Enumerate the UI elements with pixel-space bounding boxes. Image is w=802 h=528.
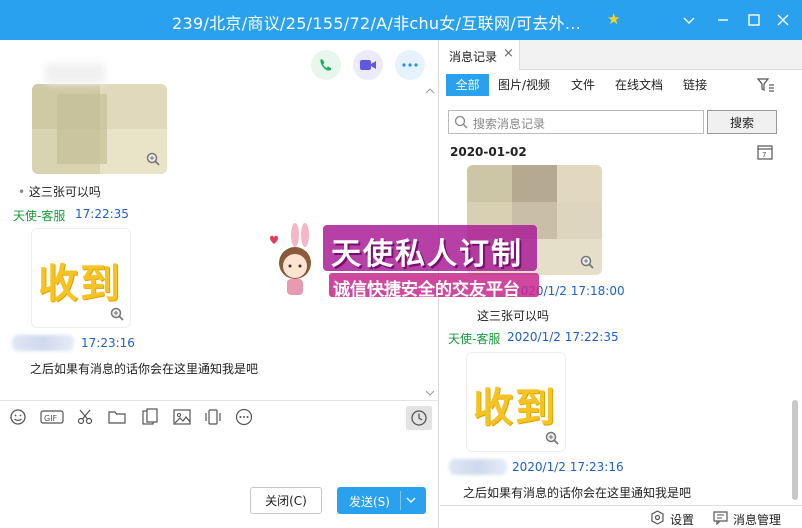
maximize-button[interactable] bbox=[743, 9, 765, 31]
settings-icon[interactable] bbox=[650, 510, 665, 528]
filter-tab-all[interactable]: 全部 bbox=[446, 74, 489, 96]
history-clock-button[interactable] bbox=[406, 406, 432, 430]
history-time: 2020/1/2 17:23:16 bbox=[512, 460, 624, 474]
search-button[interactable]: 搜索 bbox=[707, 110, 777, 134]
clock-icon bbox=[411, 410, 427, 426]
video-icon bbox=[360, 60, 376, 70]
title-bar: 239/北京/商议/25/155/72/A/非chu女/互联网/可去外... ★ bbox=[0, 0, 802, 40]
message-text: • 这三张可以吗 bbox=[18, 185, 101, 199]
svg-text:GIF: GIF bbox=[44, 414, 58, 423]
message-manage-icon[interactable] bbox=[713, 510, 728, 528]
more-button[interactable] bbox=[395, 50, 425, 80]
star-icon[interactable]: ★ bbox=[607, 10, 620, 28]
history-date: 2020-01-02 bbox=[450, 145, 527, 159]
history-text: 这三张可以吗 bbox=[477, 309, 550, 323]
window-title: 239/北京/商议/25/155/72/A/非chu女/互联网/可去外... bbox=[172, 14, 581, 33]
search-icon bbox=[454, 115, 468, 132]
scroll-down-icon[interactable] bbox=[425, 386, 435, 400]
more-icon bbox=[402, 63, 418, 67]
close-window-button[interactable] bbox=[772, 9, 794, 31]
history-search-input[interactable]: 搜索消息记录 bbox=[448, 110, 704, 134]
more-tools-icon[interactable] bbox=[235, 408, 255, 428]
watermark-mascot-icon bbox=[270, 223, 311, 295]
settings-link[interactable]: 设置 bbox=[670, 511, 694, 528]
history-text: 之后如果有消息的话你会在这里通知我是吧 bbox=[463, 486, 692, 500]
send-options-icon[interactable] bbox=[405, 494, 417, 509]
send-label: 发送(S) bbox=[349, 495, 390, 509]
sender-name: 天使-客服 bbox=[13, 209, 66, 223]
folder-icon[interactable] bbox=[108, 408, 128, 428]
blurred-sender bbox=[12, 335, 74, 351]
scroll-up-icon[interactable] bbox=[425, 84, 435, 98]
history-sticker[interactable]: 收到 bbox=[466, 352, 566, 452]
zoom-icon[interactable] bbox=[545, 431, 561, 447]
history-tab-bar: 消息记录 × bbox=[440, 40, 802, 70]
watermark-subtitle: 诚信快捷安全的交友平台 bbox=[333, 280, 520, 300]
calendar-icon[interactable]: 7 bbox=[757, 144, 773, 163]
history-scrollbar[interactable] bbox=[792, 400, 798, 500]
filter-tab-files[interactable]: 文件 bbox=[571, 74, 595, 96]
message-text-1: 这三张可以吗 bbox=[28, 185, 101, 199]
sticker-text: 收到 bbox=[38, 261, 122, 307]
phone-icon bbox=[320, 59, 331, 71]
fold-icon[interactable] bbox=[678, 9, 700, 31]
message-text: 之后如果有消息的话你会在这里通知我是吧 bbox=[30, 362, 259, 376]
message-time: 17:23:16 bbox=[81, 336, 135, 350]
input-toolbar: GIF bbox=[0, 400, 438, 434]
search-placeholder: 搜索消息记录 bbox=[473, 117, 546, 131]
zoom-icon[interactable] bbox=[110, 307, 126, 323]
doc-icon[interactable] bbox=[141, 408, 161, 428]
watermark-title: 天使私人订制 bbox=[331, 237, 523, 272]
history-tab[interactable]: 消息记录 × bbox=[440, 40, 520, 70]
shake-icon[interactable] bbox=[204, 408, 224, 428]
blurred-name bbox=[45, 64, 105, 84]
sticker-text: 收到 bbox=[473, 385, 557, 431]
svg-text:7: 7 bbox=[762, 151, 766, 159]
history-bottom-bar: 设置 消息管理 bbox=[440, 505, 802, 528]
close-button[interactable]: 关闭(C) bbox=[250, 487, 322, 514]
filter-tab-links[interactable]: 链接 bbox=[683, 74, 707, 96]
filter-tab-media[interactable]: 图片/视频 bbox=[498, 74, 550, 96]
minimize-button[interactable] bbox=[712, 9, 734, 31]
filter-icon[interactable] bbox=[756, 77, 775, 96]
history-sender: 天使-客服 bbox=[448, 332, 501, 346]
phone-call-button[interactable] bbox=[311, 50, 341, 80]
close-tab-icon[interactable]: × bbox=[503, 46, 514, 61]
message-input[interactable] bbox=[0, 434, 438, 482]
emoji-icon[interactable] bbox=[9, 408, 29, 428]
image-message[interactable] bbox=[32, 84, 167, 174]
zoom-icon[interactable] bbox=[146, 152, 162, 168]
gif-icon[interactable]: GIF bbox=[40, 408, 64, 428]
watermark: 天使私人订制 诚信快捷安全的交友平台 bbox=[265, 223, 545, 303]
message-time: 17:22:35 bbox=[75, 207, 129, 221]
message-manage-link[interactable]: 消息管理 bbox=[733, 511, 781, 528]
image-icon[interactable] bbox=[173, 408, 193, 428]
history-tab-label: 消息记录 bbox=[449, 50, 498, 64]
filter-tab-docs[interactable]: 在线文档 bbox=[615, 74, 663, 96]
history-time: 2020/1/2 17:22:35 bbox=[507, 330, 619, 344]
scissors-icon[interactable] bbox=[76, 408, 96, 428]
sticker-message[interactable]: 收到 bbox=[31, 228, 131, 328]
send-button[interactable]: 发送(S) bbox=[337, 487, 426, 514]
video-call-button[interactable] bbox=[353, 50, 383, 80]
blurred-sender bbox=[449, 459, 507, 475]
zoom-icon[interactable] bbox=[580, 255, 596, 271]
